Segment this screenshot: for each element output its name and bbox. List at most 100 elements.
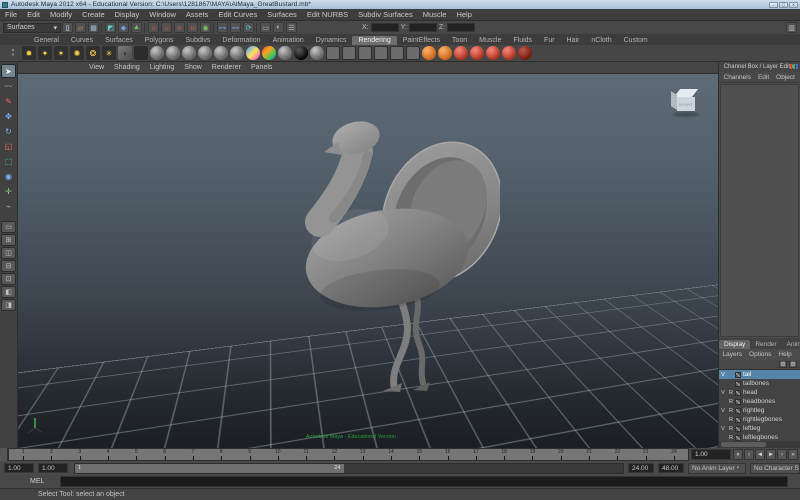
view-cube-top-face[interactable] — [674, 89, 698, 97]
frame-tick[interactable]: 3 — [66, 449, 94, 460]
animation-end-field[interactable]: 48.00 — [658, 463, 684, 473]
frame-tick[interactable]: 11 — [292, 449, 320, 460]
show-manipulator-tool[interactable]: ✛ — [1, 184, 16, 198]
panel-menu-item[interactable]: Shading — [109, 64, 145, 71]
layered-shader-icon[interactable] — [230, 46, 244, 60]
channel-box-menu-item[interactable]: Edit — [754, 74, 772, 81]
custom-layout-button[interactable]: ◨ — [1, 299, 16, 311]
single-pane-layout-button[interactable]: ▭ — [1, 221, 16, 233]
open-scene-icon[interactable]: ▱ — [75, 22, 86, 33]
layer-list-scrollbar[interactable] — [719, 441, 800, 448]
menu-item[interactable]: Edit NURBS — [302, 10, 353, 19]
shelf-tab[interactable]: Subdivs — [180, 36, 217, 45]
step-forward-key-button[interactable]: › — [777, 449, 787, 460]
menu-item[interactable]: Muscle — [418, 10, 452, 19]
layer-display-type-toggle[interactable]: R — [727, 417, 735, 423]
render-settings-icon[interactable]: ☰ — [286, 22, 297, 33]
frame-tick[interactable]: 16 — [433, 449, 461, 460]
bump-map-icon[interactable] — [406, 46, 420, 60]
layer-editor-menu-item[interactable]: Layers — [719, 351, 746, 358]
construction-history-icon[interactable]: ⟳ — [243, 22, 254, 33]
shelf-tab[interactable]: Hair — [561, 36, 586, 45]
frame-tick[interactable]: 20 — [547, 449, 575, 460]
frame-tick[interactable]: 14 — [377, 449, 405, 460]
frame-tick[interactable]: 19 — [518, 449, 546, 460]
bird-model[interactable] — [280, 100, 500, 400]
shelf-tab[interactable]: Rendering — [352, 36, 396, 45]
range-end-handle[interactable]: 24 — [334, 465, 340, 471]
character-set-selector[interactable]: No Character Set ▾ — [750, 463, 800, 474]
layer-editor-menu-item[interactable]: Options — [746, 351, 775, 358]
layer-color-swatch[interactable] — [735, 372, 741, 378]
checker-texture-icon[interactable] — [342, 46, 356, 60]
shelf-menu-icon[interactable]: ▴▾ — [6, 48, 20, 58]
point-light-icon[interactable]: ✹ — [22, 46, 36, 60]
paint-selection-tool[interactable]: ✎ — [1, 94, 16, 108]
make-live-icon[interactable]: ◉ — [200, 22, 211, 33]
new-scene-icon[interactable]: ▯ — [62, 22, 73, 33]
lasso-select-tool[interactable]: 〰 — [1, 79, 16, 93]
current-time-field[interactable]: 1.00 — [691, 449, 731, 460]
layer-editor-tab[interactable]: Anim — [782, 340, 800, 349]
playback-end-field[interactable]: 24.00 — [628, 463, 654, 473]
snap-to-curve-icon[interactable]: ∪ — [161, 22, 172, 33]
snap-to-plane-icon[interactable]: ∪ — [187, 22, 198, 33]
frame-tick[interactable]: 4 — [94, 449, 122, 460]
channel-box-body[interactable] — [720, 84, 799, 337]
layer-editor-tab[interactable]: Display — [719, 340, 750, 349]
range-slider-bar[interactable]: 1 24 — [75, 464, 344, 473]
scrollbar-thumb[interactable] — [721, 442, 766, 447]
lambert-material-icon[interactable] — [182, 46, 196, 60]
area-light-icon[interactable]: ✺ — [70, 46, 84, 60]
save-scene-icon[interactable]: ▦ — [88, 22, 99, 33]
menu-item[interactable]: Edit Curves — [213, 10, 262, 19]
layer-row[interactable]: V R head — [719, 388, 800, 397]
frame-tick[interactable]: 12 — [320, 449, 348, 460]
shelf-tab[interactable]: Surfaces — [99, 36, 139, 45]
mi-glass-icon[interactable] — [486, 46, 500, 60]
select-component-icon[interactable]: ▲ — [131, 22, 142, 33]
separator[interactable] — [213, 23, 215, 33]
menu-item[interactable]: Modify — [45, 10, 77, 19]
frame-tick[interactable]: 10 — [264, 449, 292, 460]
frame-tick[interactable]: 15 — [405, 449, 433, 460]
sidebar-toggle-icon[interactable]: ▥ — [786, 22, 797, 33]
create-empty-layer-icon[interactable]: ▧ — [779, 361, 787, 368]
layer-display-type-toggle[interactable]: R — [727, 399, 735, 405]
shelf-tab[interactable]: Toon — [446, 36, 473, 45]
mib-illum-icon[interactable] — [438, 46, 452, 60]
z-coordinate-field[interactable] — [447, 23, 475, 32]
mi-metallic-icon[interactable] — [470, 46, 484, 60]
shelf-tab[interactable]: Curves — [65, 36, 99, 45]
mi-misss-icon[interactable] — [518, 46, 532, 60]
frame-tick[interactable]: 7 — [179, 449, 207, 460]
layer-color-swatch[interactable] — [735, 426, 741, 432]
shelf-tab[interactable]: Fluids — [507, 36, 538, 45]
select-hierarchy-icon[interactable]: ◩ — [105, 22, 116, 33]
minimize-button[interactable]: – — [769, 2, 778, 8]
layer-row[interactable]: R headbones — [719, 397, 800, 406]
shelf-tab[interactable]: Muscle — [473, 36, 507, 45]
rgb-channel-icon[interactable] — [790, 64, 798, 69]
ipr-render-icon[interactable]: ◐ — [273, 22, 284, 33]
range-start-handle[interactable]: 1 — [78, 465, 81, 471]
separator[interactable] — [101, 23, 103, 33]
layer-row[interactable]: R leftlegbones — [719, 433, 800, 441]
menu-item[interactable]: Display — [110, 10, 145, 19]
hypershade-persp-layout-button[interactable]: ⊡ — [1, 273, 16, 285]
persp-uv-layout-button[interactable]: ◧ — [1, 286, 16, 298]
shelf-tab[interactable]: PaintEffects — [397, 36, 446, 45]
shelf-tab[interactable]: Animation — [267, 36, 310, 45]
noise-texture-icon[interactable] — [374, 46, 388, 60]
menu-item[interactable]: Help — [451, 10, 476, 19]
shading-map-icon[interactable]: ◗ — [118, 46, 132, 60]
separator[interactable] — [144, 23, 146, 33]
channel-box-menu-item[interactable]: Channels — [720, 74, 754, 81]
frame-tick[interactable]: 6 — [150, 449, 178, 460]
frame-tick[interactable]: 24 — [660, 449, 688, 460]
range-slider-track[interactable]: 1 24 — [74, 463, 624, 474]
persp-graph-layout-button[interactable]: ⊟ — [1, 260, 16, 272]
output-connections-icon[interactable]: ⊷ — [230, 22, 241, 33]
anim-layer-selector[interactable]: No Anim Layer ▾ — [688, 463, 746, 474]
shelf-tab[interactable]: Fur — [538, 36, 561, 45]
